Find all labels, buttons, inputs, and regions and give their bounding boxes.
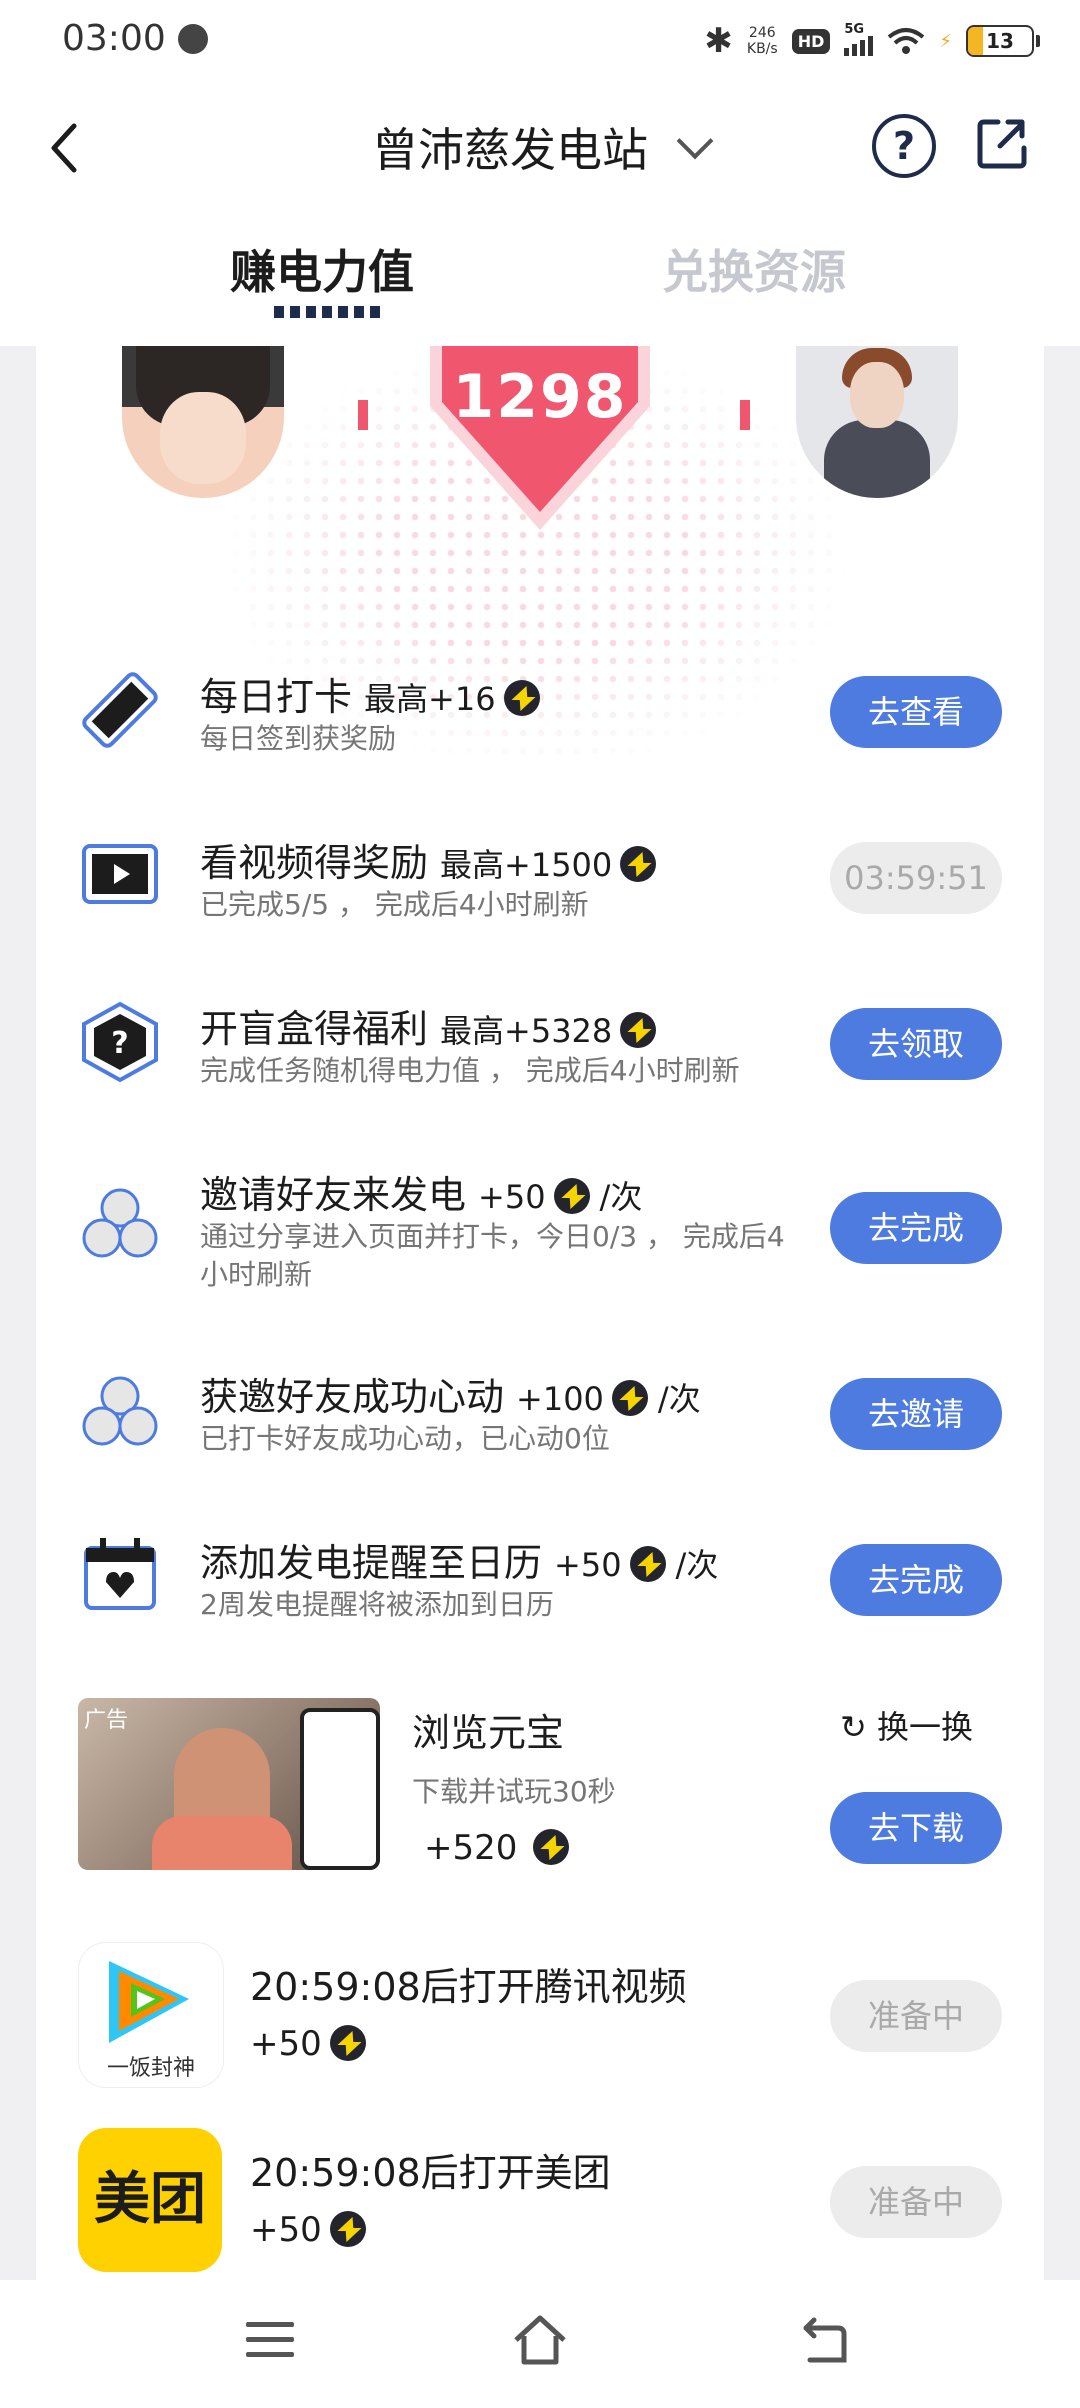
task-subtitle: 已完成5/5 ， 完成后4小时刷新 [200,888,589,921]
app-task-title: 20:59:08后打开腾讯视频 [250,1965,687,2009]
power-bolt-icon [620,846,657,882]
home-icon[interactable] [510,2310,570,2370]
task-subtitle: 已打卡好友成功心动，已心动0位 [200,1422,610,1455]
complete-button[interactable]: 去完成 [830,1192,1002,1264]
heart-tick-right [740,400,750,430]
power-bolt-icon [329,2025,366,2061]
ad-thumbnail[interactable]: 广告 [78,1698,380,1870]
task-subtitle: 2周发电提醒将被添加到日历 [200,1588,554,1621]
task-title: 看视频得奖励 [200,841,429,885]
calendar-icon [84,1538,156,1610]
mystery-box-icon: ? [82,1001,158,1083]
signal-icon: 5G [844,22,874,56]
task-subtitle: 每日签到获奖励 [200,722,397,755]
countdown-button: 03:59:51 [830,842,1002,914]
power-bolt-icon [611,1380,648,1416]
status-icons: ✱ 246 KB/s HD 5G ⚡ 13 [704,16,1040,66]
back-icon[interactable] [800,2316,850,2366]
task-title: 获邀好友成功心动 [200,1375,505,1419]
share-icon[interactable] [976,116,1028,170]
status-bar: 03:00 ✱ 246 KB/s HD 5G ⚡ 13 [0,0,1080,86]
meituan-app-icon: 美团 [78,2128,222,2272]
battery-icon: 13 [966,25,1040,57]
ad-tag: 广告 [84,1708,129,1733]
task-title: 邀请好友来发电 [200,1173,467,1217]
view-button[interactable]: 去查看 [830,676,1002,748]
task-title: 开盲盒得福利 [200,1007,429,1051]
ticket-icon [82,672,158,748]
page-title: 曾沛慈发电站 [372,123,648,177]
power-bolt-icon [503,680,540,716]
download-button[interactable]: 去下载 [830,1792,1002,1864]
ad-reward: +520 [424,1828,570,1868]
task-reward: +50 [554,1546,622,1584]
friends-icon [82,1188,158,1258]
chevron-down-icon [676,122,714,160]
app-task-reward: +50 [250,2024,366,2064]
tencent-video-app-icon: 一饭封神 [78,1942,224,2088]
preparing-button: 准备中 [830,2166,1002,2238]
task-reward: 最高+1500 [440,846,613,884]
task-per-unit: /次 [599,1178,643,1216]
tab-redeem-resources[interactable]: 兑换资源 [662,236,846,302]
power-bolt-icon [620,1012,657,1048]
power-bolt-icon [629,1546,666,1582]
bluetooth-icon: ✱ [704,21,733,61]
task-subtitle: 通过分享进入页面并打卡，今日0/3 ， 完成后4小时刷新 [200,1220,785,1291]
ad-title: 浏览元宝 [412,1711,565,1755]
task-per-unit: /次 [657,1380,701,1418]
task-reward: +100 [516,1380,604,1418]
wifi-icon [888,28,925,54]
task-title: 添加发电提醒至日历 [200,1541,543,1585]
refresh-button[interactable]: ↻ 换一换 [840,1702,973,1748]
task-reward: 最高+5328 [440,1012,613,1050]
net-speed: 246 KB/s [746,25,778,57]
refresh-icon: ↻ [840,1708,867,1746]
task-per-unit: /次 [675,1546,719,1584]
invite-button[interactable]: 去邀请 [830,1378,1002,1450]
status-time: 03:00 [62,18,166,59]
tab-earn-power[interactable]: 赚电力值 [230,236,414,302]
panel-gutter-right [1044,346,1080,2280]
app-icon-caption: 一饭封神 [107,2056,195,2081]
video-icon [82,844,158,904]
power-bolt-icon [329,2211,366,2247]
claim-button[interactable]: 去领取 [830,1008,1002,1080]
tab-active-indicator [274,306,380,318]
friends-icon [82,1376,158,1446]
app-task-title: 20:59:08后打开美团 [250,2151,611,2195]
power-value: 1298 [452,362,628,432]
app-task-reward: +50 [250,2210,366,2250]
system-nav-bar [0,2280,1080,2408]
menu-icon[interactable] [246,2322,294,2367]
task-reward: 最高+16 [364,680,496,718]
svg-text:?: ? [111,1026,128,1061]
task-subtitle: 完成任务随机得电力值 ， 完成后4小时刷新 [200,1054,740,1087]
task-title: 每日打卡 [200,675,353,719]
heart-tick-left [358,400,368,430]
help-icon[interactable]: ? [872,114,936,178]
globe-icon [178,24,208,54]
task-reward: +50 [478,1178,546,1216]
power-bolt-icon [553,1178,590,1214]
hd-icon: HD [791,28,831,54]
preparing-button: 准备中 [830,1980,1002,2052]
panel-gutter-left [0,346,36,2280]
charging-icon: ⚡ [939,30,952,52]
power-bolt-icon [533,1829,570,1865]
ad-subtitle: 下载并试玩30秒 [412,1775,616,1808]
complete-button[interactable]: 去完成 [830,1544,1002,1616]
